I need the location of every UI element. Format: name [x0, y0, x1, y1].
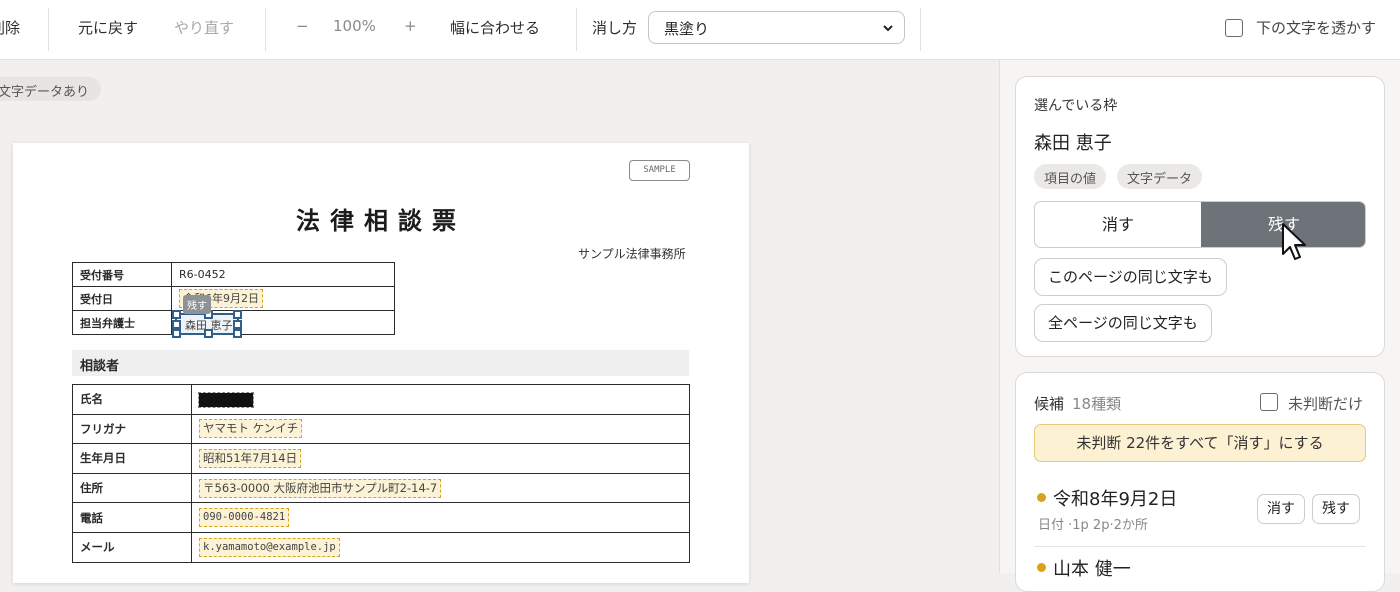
- candidate-keep-button[interactable]: 残す: [1312, 494, 1360, 524]
- document-title: 法律相談票: [296, 206, 466, 235]
- row-label: 氏名: [72, 384, 192, 415]
- status-dot-icon: [1037, 563, 1046, 572]
- redaction-candidate[interactable]: k.yamamoto@example.jp: [199, 537, 340, 557]
- undecided-only-label: 未判断だけ: [1288, 395, 1364, 413]
- sample-stamp: SAMPLE: [629, 160, 690, 181]
- selected-heading: 選んでいる枠: [1034, 98, 1118, 114]
- zoom-in-button[interactable]: +: [404, 17, 417, 35]
- chevron-down-icon: [883, 25, 893, 32]
- erase-method-label: 消し方: [592, 19, 638, 37]
- keep-status-tag: 残す: [183, 295, 211, 314]
- redaction-candidate[interactable]: ヤマモト ケンイチ: [199, 419, 303, 439]
- table-row: 受付番号 R6-0452: [72, 262, 395, 287]
- row-label: メール: [72, 531, 192, 563]
- candidates-count: 18種類: [1072, 395, 1122, 413]
- same-text-all-button[interactable]: 全ページの同じ文字も: [1034, 304, 1212, 342]
- toolbar-divider: [265, 8, 266, 51]
- selected-region[interactable]: 森田 恵子: [172, 310, 242, 338]
- row-value: 山本 健一: [191, 384, 690, 415]
- resize-handle[interactable]: [233, 329, 242, 338]
- selected-name: 森田 恵子: [1034, 133, 1112, 154]
- erase-button[interactable]: 消す: [1035, 202, 1201, 247]
- toolbar-divider: [920, 8, 921, 51]
- zoom-out-button[interactable]: −: [296, 17, 309, 35]
- redaction-candidate[interactable]: 昭和51年7月14日: [199, 448, 302, 468]
- list-divider: [1034, 546, 1366, 547]
- status-dot-icon: [1037, 493, 1046, 502]
- category-chip: 項目の値: [1034, 164, 1107, 189]
- redaction-candidate[interactable]: 〒563-0000 大阪府池田市サンプル町2-14-7: [199, 478, 442, 498]
- table-row: 電話 090-0000-4821: [72, 502, 690, 533]
- document-page: SAMPLE 法律相談票 サンプル法律事務所 受付番号 R6-0452 受付日 …: [13, 143, 749, 583]
- row-label: 住所: [72, 472, 192, 504]
- delete-button[interactable]: 削除: [0, 17, 20, 38]
- resize-handle[interactable]: [233, 310, 242, 319]
- table-row: メール k.yamamoto@example.jp: [72, 531, 690, 563]
- row-value: k.yamamoto@example.jp: [191, 531, 690, 563]
- zoom-level: 100%: [333, 17, 376, 35]
- office-name: サンプル法律事務所: [578, 247, 686, 261]
- candidate-title[interactable]: 山本 健一: [1053, 555, 1131, 581]
- row-label: 受付日: [72, 286, 172, 311]
- table-row: 住所 〒563-0000 大阪府池田市サンプル町2-14-7: [72, 472, 690, 504]
- row-label: フリガナ: [72, 413, 192, 445]
- erase-keep-toggle: 消す 残す: [1034, 201, 1366, 248]
- row-value: R6-0452: [171, 262, 395, 287]
- resize-handle[interactable]: [172, 329, 181, 338]
- resize-handle[interactable]: [172, 310, 181, 319]
- resize-handle[interactable]: [172, 320, 181, 329]
- row-value: 昭和51年7月14日: [191, 443, 690, 474]
- candidate-title[interactable]: 令和8年9月2日: [1053, 485, 1177, 511]
- row-label: 電話: [72, 502, 192, 533]
- fit-width-button[interactable]: 幅に合わせる: [450, 17, 540, 38]
- row-label: 生年月日: [72, 443, 192, 474]
- client-table: 氏名 山本 健一 フリガナ ヤマモト ケンイチ 生年月日 昭和51年7月14日 …: [72, 384, 690, 563]
- text-data-tag: 文字データあり: [0, 77, 102, 101]
- row-value: ヤマモト ケンイチ: [191, 413, 690, 445]
- mouse-pointer-icon: [1282, 223, 1306, 260]
- erase-method-value: 黒塗り: [664, 20, 710, 38]
- row-value: 〒563-0000 大阪府池田市サンプル町2-14-7: [191, 472, 690, 504]
- toolbar: 削除 元に戻す やり直す − 100% + 幅に合わせる 消し方 黒塗り 下の文…: [0, 0, 1400, 60]
- resize-handle[interactable]: [233, 320, 242, 329]
- undo-button[interactable]: 元に戻す: [78, 17, 138, 38]
- row-value: 090-0000-4821: [191, 502, 690, 533]
- toolbar-divider: [48, 8, 49, 51]
- candidates-heading: 候補: [1034, 395, 1065, 413]
- bulk-erase-button[interactable]: 未判断 22件をすべて「消す」にする: [1034, 424, 1366, 462]
- row-label: 担当弁護士: [72, 310, 172, 335]
- category-chip: 文字データ: [1117, 164, 1203, 189]
- table-row: 受付日 令和6年9月2日: [72, 286, 395, 311]
- show-through-label: 下の文字を透かす: [1256, 19, 1377, 37]
- undecided-only-checkbox[interactable]: [1260, 393, 1278, 411]
- table-row: フリガナ ヤマモト ケンイチ: [72, 413, 690, 445]
- table-row: 生年月日 昭和51年7月14日: [72, 443, 690, 474]
- redacted-value[interactable]: 山本 健一: [198, 391, 254, 408]
- redaction-candidate[interactable]: 090-0000-4821: [199, 508, 290, 528]
- resize-handle[interactable]: [204, 329, 213, 338]
- candidate-erase-button[interactable]: 消す: [1257, 494, 1305, 524]
- toolbar-divider: [576, 8, 577, 51]
- section-title: 相談者: [72, 350, 689, 376]
- same-text-page-button[interactable]: このページの同じ文字も: [1034, 258, 1227, 296]
- candidate-detail: 日付 ·1p 2p·2か所: [1038, 518, 1148, 533]
- erase-method-select[interactable]: 黒塗り: [648, 11, 905, 44]
- redo-button[interactable]: やり直す: [174, 17, 234, 38]
- row-label: 受付番号: [72, 262, 172, 287]
- show-through-checkbox[interactable]: [1225, 19, 1243, 37]
- table-row: 氏名 山本 健一: [72, 384, 690, 415]
